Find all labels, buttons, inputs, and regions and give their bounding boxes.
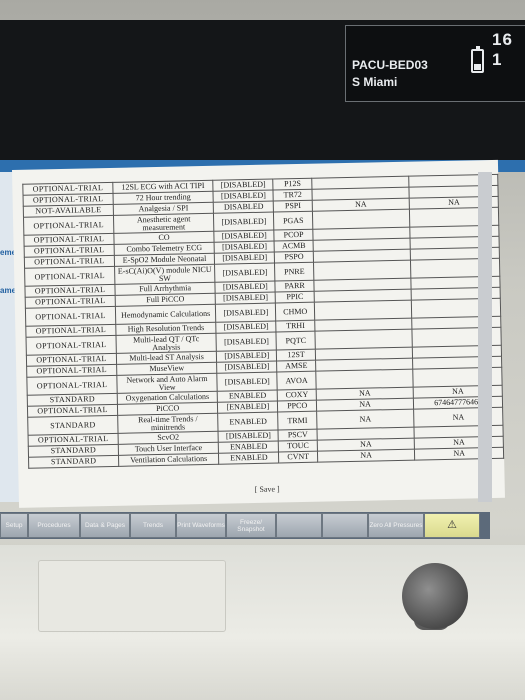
cell-v1 [312, 209, 411, 230]
cell-code: PPIC [275, 291, 315, 304]
cell-lic: [DISABLED] [217, 371, 278, 392]
trim-knob[interactable] [402, 563, 468, 629]
options-table: OPTIONAL-TRIAL 12SL ECG with ACI TIPI [DIS… [22, 174, 504, 469]
cell-lic: [DISABLED] [218, 429, 279, 443]
cell-lic: [DISABLED] [216, 349, 278, 363]
cell-code: PPCO [277, 400, 317, 412]
cell-lic: [DISABLED] [214, 230, 275, 243]
cell-code: CVNT [278, 451, 318, 463]
cell-code: PCOP [274, 229, 313, 242]
cell-v1 [315, 369, 414, 390]
cell-code: AMSE [277, 360, 316, 372]
cell-feature: Real-time Trends / minitrends [117, 413, 219, 434]
data-pages-button[interactable]: Data & Pages [80, 513, 130, 538]
location-label: S Miami [352, 75, 398, 89]
cell-code: PNRE [274, 262, 314, 282]
cell-lic: [DISABLED] [214, 252, 275, 265]
cell-code: P12S [273, 178, 312, 191]
blank-button-2[interactable] [322, 513, 368, 538]
cell-v1: NA [317, 449, 416, 463]
cell-v1 [314, 300, 413, 321]
cell-code: PARR [275, 280, 314, 293]
cell-lic: [DISABLED] [215, 281, 276, 294]
procedures-button[interactable]: Procedures [28, 513, 80, 538]
cell-code: TRMI [278, 411, 317, 430]
freeze-snapshot-button[interactable]: Freeze/ Snapshot [226, 513, 276, 538]
cell-lic: [DISABLED] [214, 263, 276, 283]
cell-status: STANDARD [28, 455, 119, 469]
cell-feature: Hemodynamic Calculations [115, 304, 216, 325]
cell-feature: Network and Auto Alarm View [116, 373, 218, 394]
cell-code: PGAS [273, 211, 313, 231]
blank-button-1[interactable] [276, 513, 322, 538]
cell-lic: ENABLED [217, 411, 279, 432]
cell-status: OPTIONAL-TRIAL [24, 266, 115, 287]
cell-feature: Multi-lead QT / QTc Analysis [115, 333, 217, 354]
setup-button[interactable]: Setup [0, 513, 28, 538]
cell-code: PSCV [278, 429, 318, 441]
cell-feature: Anesthetic agent measurement [113, 213, 215, 234]
cell-status: OPTIONAL-TRIAL [26, 375, 118, 396]
software-options-document: OPTIONAL-TRIAL 12SL ECG with ACI TIPI [DIS… [12, 159, 505, 508]
cell-code: CHMO [275, 302, 315, 322]
scrollbar[interactable] [478, 172, 492, 502]
cell-code: AVOA [277, 371, 317, 390]
cell-lic: [ENABLED] [217, 400, 279, 414]
cell-lic: [DISABLED] [213, 212, 275, 232]
cell-v1 [313, 260, 412, 281]
print-waveforms-button[interactable]: Print Waveforms [176, 513, 226, 538]
cell-lic: [DISABLED] [213, 190, 274, 203]
cell-status: STANDARD [27, 415, 119, 436]
cell-lic: [DISABLED] [215, 303, 277, 323]
cell-code: 12ST [276, 349, 316, 361]
bottom-button-bar: Setup Procedures Data & Pages Trends Pri… [0, 512, 490, 539]
save-link[interactable]: [ Save ] [255, 484, 280, 494]
cell-code: PQTC [276, 331, 316, 350]
cell-lic: [DISABLED] [216, 331, 277, 352]
cell-code: PSPI [273, 200, 313, 213]
battery-icon [471, 46, 484, 73]
cell-lic: [DISABLED] [214, 241, 275, 254]
cell-status: OPTIONAL-TRIAL [23, 215, 114, 236]
cell-code: TR72 [273, 189, 313, 202]
cell-v1 [314, 329, 413, 350]
zero-all-pressures-button[interactable]: Zero All Pressures [368, 513, 424, 538]
cell-lic: [DISABLED] [216, 360, 278, 374]
cell-status: OPTIONAL-TRIAL [25, 306, 116, 327]
cell-feature: E-sC(Ai)O(V) module NICU SW [114, 264, 216, 285]
cell-code: PSPO [274, 251, 314, 264]
label-plate [38, 560, 226, 632]
bed-label: PACU-BED03 [352, 58, 428, 72]
cell-v1: NA [316, 409, 415, 430]
cell-feature: Ventilation Calculations [118, 453, 219, 467]
cell-code: TRHI [276, 320, 315, 332]
clock-time: 16 1 [492, 30, 513, 69]
trends-button[interactable]: Trends [130, 513, 176, 538]
cell-code: ACMB [274, 240, 314, 253]
cell-status: OPTIONAL-TRIAL [26, 335, 117, 356]
cell-lic: [DISABLED] [215, 292, 276, 305]
cell-lic: ENABLED [218, 451, 280, 465]
cell-code: COXY [277, 389, 317, 401]
alarm-silence-button[interactable]: ⚠ [424, 513, 480, 538]
cell-code: TOUC [278, 440, 318, 452]
cell-lic: [DISABLED] [212, 179, 274, 192]
cell-lic: [DISABLED] [215, 321, 277, 334]
